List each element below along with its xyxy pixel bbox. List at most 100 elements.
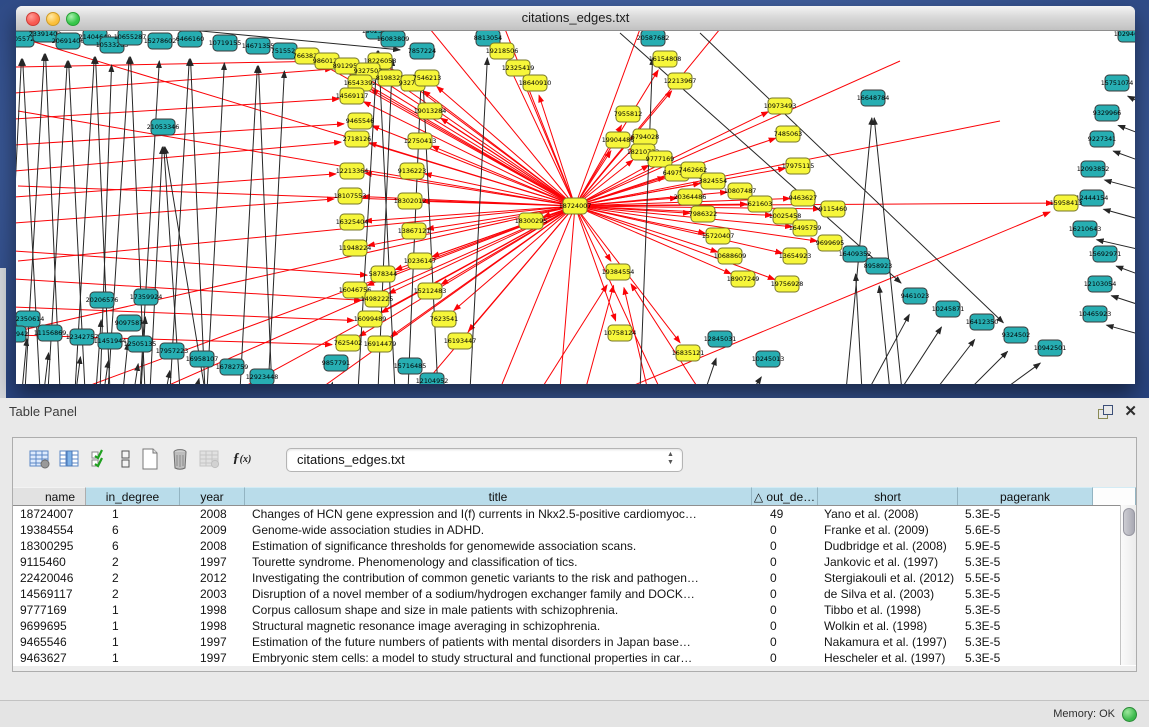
table-cell[interactable]: 5.3E-5 bbox=[958, 586, 1093, 602]
red-citation-edge[interactable] bbox=[420, 206, 575, 384]
graph-node[interactable]: 15716485 bbox=[394, 358, 427, 374]
table-cell[interactable]: 2 bbox=[86, 586, 180, 602]
graph-node[interactable]: 10294673 bbox=[1114, 31, 1135, 42]
graph-node[interactable]: 16083809 bbox=[377, 31, 410, 47]
graph-node[interactable]: 12750413 bbox=[404, 133, 437, 149]
black-citation-edge[interactable] bbox=[1105, 180, 1135, 191]
table-cell[interactable]: Disruption of a novel member of a sodium… bbox=[245, 586, 752, 602]
graph-node[interactable]: 16412350 bbox=[966, 314, 999, 330]
graph-node[interactable]: 11451944 bbox=[94, 333, 127, 349]
network-canvas[interactable]: 2405572423391402206914062140464810533283… bbox=[16, 31, 1135, 384]
graph-node[interactable]: 12350614 bbox=[16, 311, 44, 327]
graph-node[interactable]: 10236147 bbox=[404, 253, 437, 269]
column-header-in_degree[interactable]: in_degree bbox=[86, 487, 180, 505]
red-citation-edge[interactable] bbox=[16, 307, 354, 320]
table-cell[interactable]: 9465546 bbox=[13, 634, 86, 650]
table-cell[interactable]: 5.3E-5 bbox=[958, 618, 1093, 634]
graph-node[interactable]: 17975115 bbox=[782, 158, 815, 174]
table-source-combobox[interactable]: citations_edges.txt ▲▼ bbox=[286, 448, 683, 472]
graph-node[interactable]: 16154808 bbox=[649, 51, 682, 67]
function-builder-icon[interactable]: ƒ(x) bbox=[229, 446, 255, 472]
graph-node[interactable]: 10688609 bbox=[714, 248, 747, 264]
black-citation-edge[interactable] bbox=[752, 377, 761, 384]
table-row[interactable]: 911546021997Tourette syndrome. Phenomeno… bbox=[13, 554, 1136, 570]
table-cell[interactable]: 1998 bbox=[180, 602, 245, 618]
black-citation-edge[interactable] bbox=[44, 353, 49, 384]
graph-node[interactable]: 15212483 bbox=[414, 283, 447, 299]
table-cell[interactable]: 5.5E-5 bbox=[958, 570, 1093, 586]
graph-node[interactable]: 16210643 bbox=[1069, 221, 1102, 237]
table-cell[interactable]: 18300295 bbox=[13, 538, 86, 554]
graph-node[interactable]: 20206576 bbox=[86, 292, 119, 308]
graph-node[interactable]: 12923448 bbox=[246, 369, 279, 384]
network-window-titlebar[interactable]: citations_edges.txt bbox=[16, 6, 1135, 31]
table-cell[interactable]: 49 bbox=[752, 506, 818, 522]
graph-node[interactable]: 15720407 bbox=[702, 228, 735, 244]
graph-node[interactable]: 12213364 bbox=[336, 163, 369, 179]
graph-node[interactable]: 8958923 bbox=[864, 258, 892, 274]
graph-node[interactable]: 19756928 bbox=[771, 276, 804, 292]
column-header-year[interactable]: year bbox=[180, 487, 245, 505]
black-citation-edge[interactable] bbox=[170, 59, 189, 384]
table-row[interactable]: 977716911998Corpus callosum shape and si… bbox=[13, 602, 1136, 618]
black-citation-edge[interactable] bbox=[968, 351, 1008, 384]
graph-node[interactable]: 16193447 bbox=[444, 333, 477, 349]
graph-node[interactable]: 9463627 bbox=[789, 190, 817, 206]
table-cell[interactable]: 5.3E-5 bbox=[958, 554, 1093, 570]
select-all-icon[interactable] bbox=[87, 446, 113, 472]
black-citation-edge[interactable] bbox=[1107, 325, 1135, 336]
graph-node[interactable]: 16835121 bbox=[672, 345, 705, 361]
red-citation-edge[interactable] bbox=[16, 251, 367, 275]
black-citation-edge[interactable] bbox=[134, 364, 138, 384]
table-cell[interactable]: Franke et al. (2009) bbox=[818, 522, 958, 538]
black-citation-edge[interactable] bbox=[268, 71, 284, 384]
table-cell[interactable]: 5.9E-5 bbox=[958, 538, 1093, 554]
graph-node[interactable]: 7623541 bbox=[430, 311, 458, 327]
graph-node[interactable]: 10758124 bbox=[604, 325, 637, 341]
black-citation-edge[interactable] bbox=[1111, 296, 1135, 307]
graph-node[interactable]: 16495759 bbox=[789, 220, 822, 236]
graph-node[interactable]: 18107553 bbox=[334, 188, 367, 204]
graph-node[interactable]: 6466160 bbox=[176, 31, 204, 47]
graph-node[interactable]: 19384554 bbox=[602, 264, 635, 280]
red-citation-edge[interactable] bbox=[441, 118, 575, 206]
graph-node[interactable]: 11156869 bbox=[34, 325, 67, 341]
graph-node[interactable]: 9699695 bbox=[816, 235, 844, 251]
table-cell[interactable]: 9699695 bbox=[13, 618, 86, 634]
graph-node[interactable]: 17957223 bbox=[156, 343, 189, 359]
black-citation-edge[interactable] bbox=[330, 382, 333, 384]
graph-node[interactable]: 10942501 bbox=[1034, 340, 1067, 356]
black-citation-edge[interactable] bbox=[874, 118, 902, 384]
table-cell[interactable]: 0 bbox=[752, 570, 818, 586]
graph-node[interactable]: 12103054 bbox=[1084, 276, 1117, 292]
graph-node[interactable]: 10465923 bbox=[1079, 306, 1112, 322]
close-panel-icon[interactable]: ✕ bbox=[1124, 402, 1137, 420]
table-cell[interactable]: 2012 bbox=[180, 570, 245, 586]
table-cell[interactable]: de Silva et al. (2003) bbox=[818, 586, 958, 602]
red-citation-edge[interactable] bbox=[16, 124, 344, 145]
graph-node[interactable]: 9465546 bbox=[346, 113, 374, 129]
black-citation-edge[interactable] bbox=[104, 361, 108, 384]
graph-node[interactable]: 7986322 bbox=[689, 206, 717, 222]
graph-node[interactable]: 19904486 bbox=[602, 132, 635, 148]
network-window[interactable]: citations_edges.txt 24055724233914022069… bbox=[16, 6, 1135, 384]
red-citation-edge[interactable] bbox=[437, 87, 575, 206]
table-cell[interactable]: 0 bbox=[752, 538, 818, 554]
table-cell[interactable]: 0 bbox=[752, 522, 818, 538]
graph-node[interactable]: 12505135 bbox=[124, 336, 157, 352]
red-citation-edge[interactable] bbox=[16, 142, 341, 171]
table-cell[interactable]: Tibbo et al. (1998) bbox=[818, 602, 958, 618]
table-cell[interactable]: 5.3E-5 bbox=[958, 506, 1093, 522]
table-cell[interactable]: 5.6E-5 bbox=[958, 522, 1093, 538]
table-cell[interactable]: 0 bbox=[752, 618, 818, 634]
table-cell[interactable]: Yano et al. (2008) bbox=[818, 506, 958, 522]
table-cell[interactable]: 5.3E-5 bbox=[958, 634, 1093, 650]
table-cell[interactable]: Changes of HCN gene expression and I(f) … bbox=[245, 506, 752, 522]
graph-node[interactable]: 16648784 bbox=[857, 90, 890, 106]
column-header-title[interactable]: title bbox=[245, 487, 752, 505]
black-citation-edge[interactable] bbox=[1118, 125, 1135, 136]
table-cell[interactable]: 2008 bbox=[180, 538, 245, 554]
table-cell[interactable]: 9463627 bbox=[13, 650, 86, 666]
table-cell[interactable]: Genome-wide association studies in ADHD. bbox=[245, 522, 752, 538]
graph-node[interactable]: 15692971 bbox=[1089, 246, 1122, 262]
